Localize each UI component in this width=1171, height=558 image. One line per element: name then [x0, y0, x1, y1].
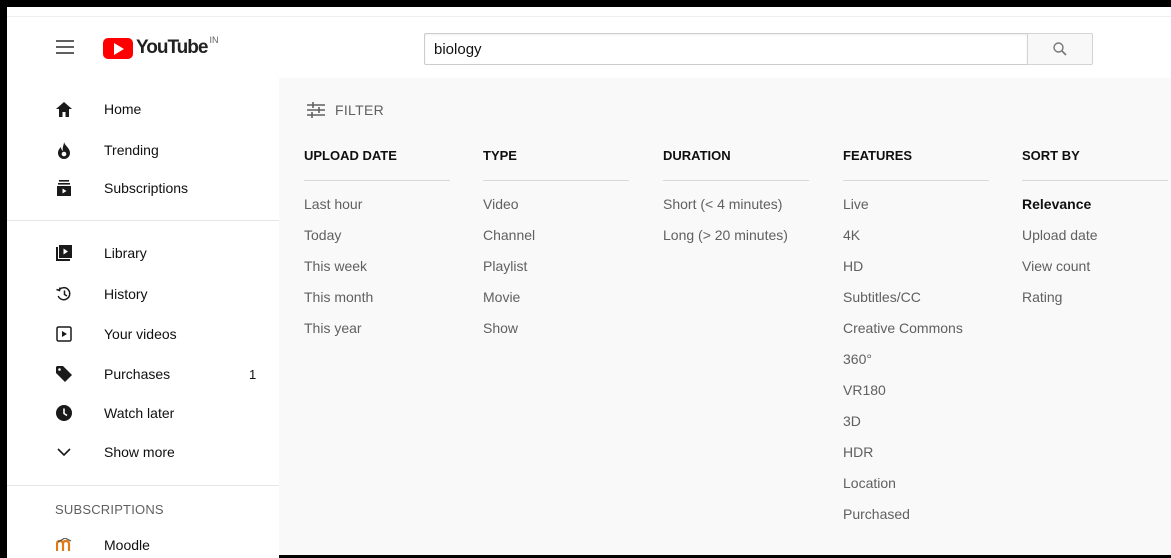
filter-option[interactable]: View count	[1022, 257, 1168, 288]
sidebar-item-trending[interactable]: Trending	[7, 133, 279, 167]
filter-option[interactable]: Short (< 4 minutes)	[663, 195, 809, 226]
search-filter-panel: FILTER UPLOAD DATE Last hour Today This we…	[279, 78, 1171, 555]
library-icon	[55, 244, 73, 262]
filter-column-heading: SORT BY	[1022, 148, 1168, 181]
filter-option[interactable]: VR180	[843, 381, 989, 412]
sidebar-item-label: Purchases	[104, 366, 171, 382]
sidebar-item-label: Watch later	[104, 405, 175, 421]
sidebar-item-library[interactable]: Library	[7, 236, 279, 270]
sidebar-item-purchases[interactable]: Purchases 1	[7, 357, 279, 391]
guide-menu-icon[interactable]	[56, 40, 74, 54]
sidebar-item-watch-later[interactable]: Watch later	[7, 396, 279, 430]
chevron-down-icon	[55, 443, 73, 461]
browser-top-strip	[7, 7, 1171, 17]
home-icon	[55, 100, 73, 118]
filter-column-features: FEATURES Live 4K HD Subtitles/CC Creative Co…	[843, 148, 989, 536]
filter-option[interactable]: Relevance	[1022, 195, 1168, 226]
youtube-logo[interactable]: YouTube IN	[103, 35, 219, 59]
filter-sliders-icon	[307, 102, 325, 118]
filter-column-heading: TYPE	[483, 148, 629, 181]
sidebar-item-home[interactable]: Home	[7, 92, 279, 126]
sidebar-item-subscriptions[interactable]: Subscriptions	[7, 171, 279, 205]
filter-column-heading: UPLOAD DATE	[304, 148, 450, 181]
filter-option[interactable]: Show	[483, 319, 629, 350]
filter-option[interactable]: Playlist	[483, 257, 629, 288]
filter-option[interactable]: Creative Commons	[843, 319, 989, 350]
purchases-count: 1	[249, 366, 257, 382]
filter-option[interactable]: Video	[483, 195, 629, 226]
sidebar-item-label: Your videos	[104, 326, 177, 342]
filter-option[interactable]: This year	[304, 319, 450, 350]
sidebar-item-label: Library	[104, 245, 147, 261]
filter-option[interactable]: Last hour	[304, 195, 450, 226]
filter-option[interactable]: 3D	[843, 412, 989, 443]
sidebar-divider	[7, 485, 279, 486]
filter-column-upload-date: UPLOAD DATE Last hour Today This week This …	[304, 148, 450, 350]
clock-icon	[55, 404, 73, 422]
sidebar-item-label: Moodle	[104, 537, 150, 553]
sidebar-item-label: Subscriptions	[104, 180, 189, 196]
filter-label: FILTER	[335, 102, 384, 118]
filter-option[interactable]: Movie	[483, 288, 629, 319]
filter-option[interactable]: Live	[843, 195, 989, 226]
filter-option[interactable]: Purchased	[843, 505, 989, 536]
sidebar-item-label: Show more	[104, 444, 175, 460]
filter-option[interactable]: HD	[843, 257, 989, 288]
filter-option[interactable]: Subtitles/CC	[843, 288, 989, 319]
filter-option[interactable]: Upload date	[1022, 226, 1168, 257]
filter-option[interactable]: 4K	[843, 226, 989, 257]
filter-toggle-button[interactable]: FILTER	[307, 102, 384, 118]
search-icon	[1053, 42, 1067, 56]
sidebar-item-label: History	[104, 286, 148, 302]
filter-column-heading: FEATURES	[843, 148, 989, 181]
filter-option[interactable]: 360°	[843, 350, 989, 381]
filter-option[interactable]: Long (> 20 minutes)	[663, 226, 809, 257]
subscriptions-heading: SUBSCRIPTIONS	[55, 502, 164, 517]
filter-column-type: TYPE Video Channel Playlist Movie Show	[483, 148, 629, 350]
sidebar-item-show-more[interactable]: Show more	[7, 435, 279, 469]
filter-option[interactable]: HDR	[843, 443, 989, 474]
filter-option[interactable]: This month	[304, 288, 450, 319]
filter-option[interactable]: Channel	[483, 226, 629, 257]
country-code: IN	[209, 35, 219, 45]
filter-option[interactable]: Today	[304, 226, 450, 257]
tag-icon	[55, 365, 73, 383]
masthead: YouTube IN biology	[7, 18, 1171, 78]
filter-column-sort-by: SORT BY Relevance Upload date View count Ra…	[1022, 148, 1168, 319]
sidebar-item-your-videos[interactable]: Your videos	[7, 317, 279, 351]
flame-icon	[55, 141, 73, 159]
sidebar-item-history[interactable]: History	[7, 277, 279, 311]
filter-option[interactable]: This week	[304, 257, 450, 288]
search-button[interactable]	[1027, 33, 1093, 65]
sidebar: Home Trending Subscriptions Library Hist…	[7, 78, 279, 558]
subscriptions-icon	[55, 179, 73, 197]
sidebar-item-label: Trending	[104, 142, 159, 158]
filter-option[interactable]: Rating	[1022, 288, 1168, 319]
logo-text: YouTube	[136, 37, 208, 58]
filter-option[interactable]: Location	[843, 474, 989, 505]
filter-column-duration: DURATION Short (< 4 minutes) Long (> 20 m…	[663, 148, 809, 257]
filter-column-heading: DURATION	[663, 148, 809, 181]
sidebar-divider	[7, 220, 279, 221]
moodle-icon	[55, 536, 73, 554]
sidebar-subscription-moodle[interactable]: Moodle	[7, 528, 279, 558]
history-icon	[55, 285, 73, 303]
youtube-play-icon	[103, 37, 133, 59]
search-input[interactable]: biology	[424, 33, 1027, 65]
sidebar-item-label: Home	[104, 101, 142, 117]
your-videos-icon	[55, 325, 73, 343]
search-query: biology	[434, 40, 482, 58]
